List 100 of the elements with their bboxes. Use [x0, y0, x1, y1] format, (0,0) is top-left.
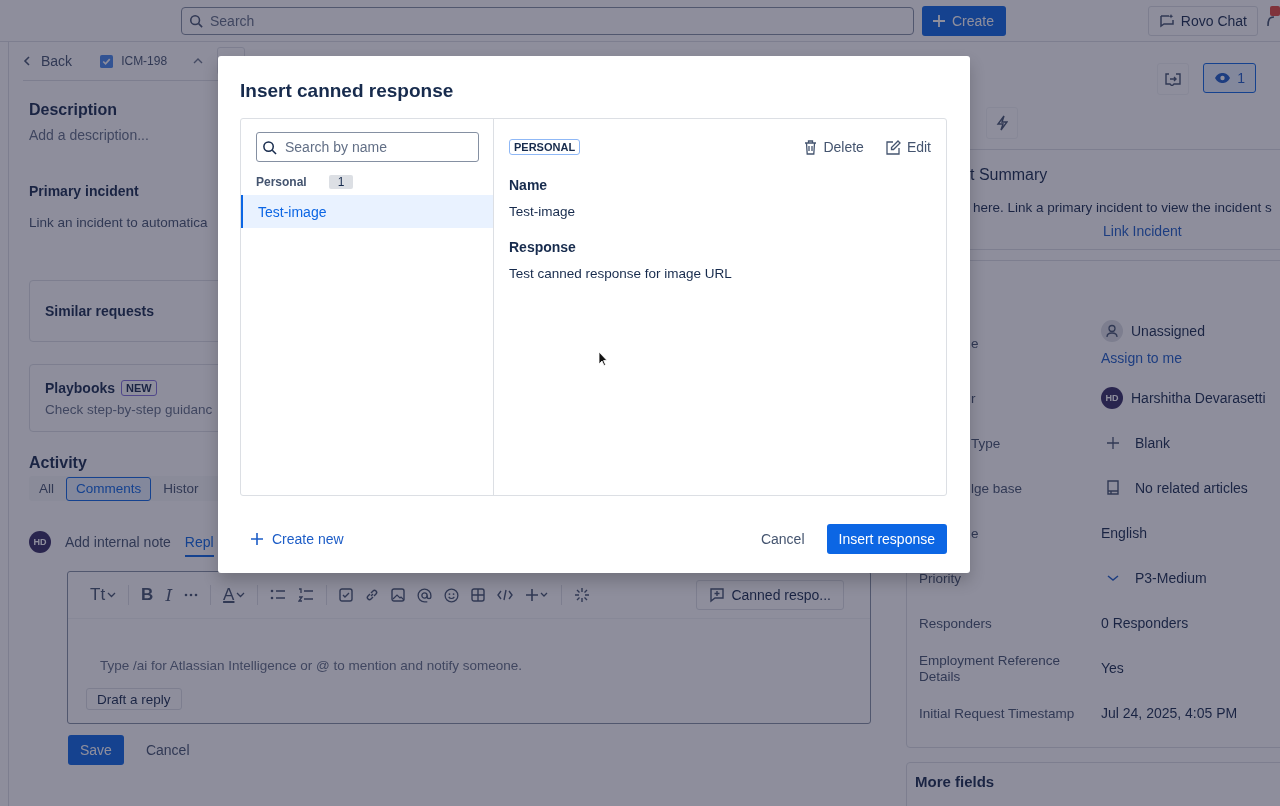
- field-value[interactable]: Unassigned: [1131, 323, 1205, 339]
- chat-sparkle-icon: [1158, 12, 1175, 29]
- card-title: Playbooks: [45, 379, 116, 396]
- comment-tab[interactable]: Repl: [184, 527, 214, 557]
- save-button[interactable]: Save: [68, 735, 124, 765]
- activity-tab[interactable]: Histor: [153, 476, 209, 501]
- field-label: e: [971, 525, 979, 541]
- issue-key[interactable]: ICM-198: [121, 54, 168, 68]
- bold-button[interactable]: B: [141, 585, 154, 605]
- mouse-pointer-icon: [598, 351, 608, 366]
- field-label: lge base: [971, 480, 1023, 496]
- search-field[interactable]: Search by name: [256, 132, 479, 162]
- edit-button[interactable]: Edit: [885, 139, 931, 155]
- more-fields-panel[interactable]: More fields: [906, 762, 1280, 806]
- trash-icon: [804, 139, 818, 155]
- bell-icon[interactable]: [1266, 6, 1280, 28]
- field-label: Initial Request Timestamp: [919, 705, 1075, 721]
- cancel-button[interactable]: Cancel: [754, 524, 811, 554]
- group-label: Personal: [256, 175, 307, 189]
- user-avatar: HD: [29, 531, 51, 553]
- field-value[interactable]: Yes: [1101, 659, 1124, 676]
- text-style-button[interactable]: Tt: [90, 585, 117, 605]
- more-icon[interactable]: [184, 593, 199, 597]
- user-avatar: HD: [1101, 386, 1123, 409]
- back-link[interactable]: Back: [23, 53, 73, 69]
- plus-icon[interactable]: [525, 588, 550, 602]
- message-plus-icon: [709, 587, 726, 603]
- canned-response-button[interactable]: Canned respo...: [696, 580, 844, 610]
- automation-button[interactable]: [986, 107, 1018, 139]
- card-title: Similar requests: [45, 303, 154, 319]
- search-icon: [189, 13, 203, 28]
- checked-box-icon: [100, 54, 114, 68]
- field-label: e: [971, 336, 979, 351]
- sparkle-icon[interactable]: [574, 587, 591, 603]
- count-badge: 1: [328, 175, 354, 189]
- link-icon[interactable]: [365, 588, 380, 602]
- response-text: Test canned response for image URL: [509, 266, 732, 281]
- eye-icon: [1214, 72, 1232, 84]
- field-value[interactable]: Jul 24, 2025, 4:05 PM: [1101, 704, 1238, 721]
- numbered-list-icon[interactable]: [298, 588, 315, 602]
- panel-heading: t Summary: [970, 166, 1048, 184]
- field-value[interactable]: P3-Medium: [1135, 569, 1207, 586]
- comment-tab[interactable]: Add internal note: [65, 527, 171, 557]
- code-icon[interactable]: [497, 589, 514, 601]
- field-label: Name: [509, 177, 548, 193]
- plus-icon: [932, 13, 946, 28]
- field-label: Type: [971, 435, 1001, 451]
- chevron-left-icon: [23, 56, 31, 66]
- feedback-button[interactable]: [1157, 63, 1190, 95]
- table-icon[interactable]: [471, 588, 486, 602]
- checkbox-icon[interactable]: [339, 588, 354, 602]
- type-badge: PERSONAL: [509, 139, 581, 155]
- caret-icon: [107, 592, 117, 598]
- book-icon: [1107, 480, 1119, 495]
- activity-tab[interactable]: All: [29, 476, 64, 501]
- watch-button[interactable]: 1: [1203, 63, 1256, 93]
- description-placeholder[interactable]: Add a description...: [29, 127, 149, 143]
- field-value[interactable]: Harshitha Devarasetti: [1131, 389, 1266, 406]
- field-value[interactable]: English: [1101, 524, 1147, 541]
- delete-button[interactable]: Delete: [804, 139, 864, 155]
- text-color-button[interactable]: A: [223, 585, 246, 605]
- insert-response-button[interactable]: Insert response: [826, 524, 947, 554]
- card-description: Check step-by-step guidanc: [45, 401, 213, 417]
- create-new-button[interactable]: Create new: [250, 531, 344, 547]
- section-heading: Description: [29, 101, 117, 119]
- bullet-list-icon[interactable]: [270, 588, 287, 602]
- image-icon[interactable]: [391, 588, 406, 602]
- comment-editor[interactable]: Tt B I A Canned respo... Type /ai for Atlassian Intelligence or @ to mention and notify someone. Draft a reply: [67, 571, 871, 724]
- comment-field[interactable]: Type /ai for Atlassian Intelligence or @ to mention and notify someone.: [98, 657, 662, 674]
- new-badge: NEW: [121, 379, 157, 396]
- field-value[interactable]: 0 Responders: [1101, 614, 1189, 631]
- caret-icon: [236, 592, 246, 598]
- draft-reply-button[interactable]: Draft a reply: [86, 688, 182, 710]
- emoji-icon[interactable]: [444, 587, 460, 603]
- section-heading: Activity: [29, 454, 87, 472]
- activity-tab[interactable]: Comments: [66, 476, 152, 501]
- field-value: Test-image: [509, 204, 576, 219]
- chat-button[interactable]: Rovo Chat: [1147, 5, 1258, 36]
- field-label: Response: [509, 239, 576, 255]
- field-label: Employment Reference Details: [919, 652, 1061, 684]
- incident-hint: Link an incident to automatica: [29, 215, 208, 230]
- chevron-up-icon[interactable]: [193, 57, 204, 65]
- field-label: Priority: [919, 570, 961, 586]
- summary-text: here. Link a primary incident to view the incident s: [973, 200, 1272, 215]
- link-incident-link[interactable]: Link Incident: [1103, 223, 1182, 239]
- panel-heading: More fields: [915, 773, 995, 790]
- search-field[interactable]: Search: [181, 6, 914, 35]
- mention-icon[interactable]: [417, 587, 433, 603]
- field-label: Responders: [919, 615, 992, 631]
- cancel-button[interactable]: Cancel: [139, 735, 196, 765]
- field-label: r: [971, 390, 976, 406]
- user-icon: [1101, 320, 1123, 342]
- assign-link[interactable]: Assign to me: [1101, 350, 1182, 366]
- create-button[interactable]: Create: [922, 5, 1007, 36]
- section-heading: Primary incident: [29, 183, 139, 199]
- field-value[interactable]: No related articles: [1135, 479, 1248, 496]
- field-value[interactable]: Blank: [1135, 434, 1171, 451]
- italic-button[interactable]: I: [165, 585, 173, 605]
- dialog-title: Insert canned response: [240, 80, 454, 102]
- response-list-item[interactable]: Test-image: [241, 195, 493, 228]
